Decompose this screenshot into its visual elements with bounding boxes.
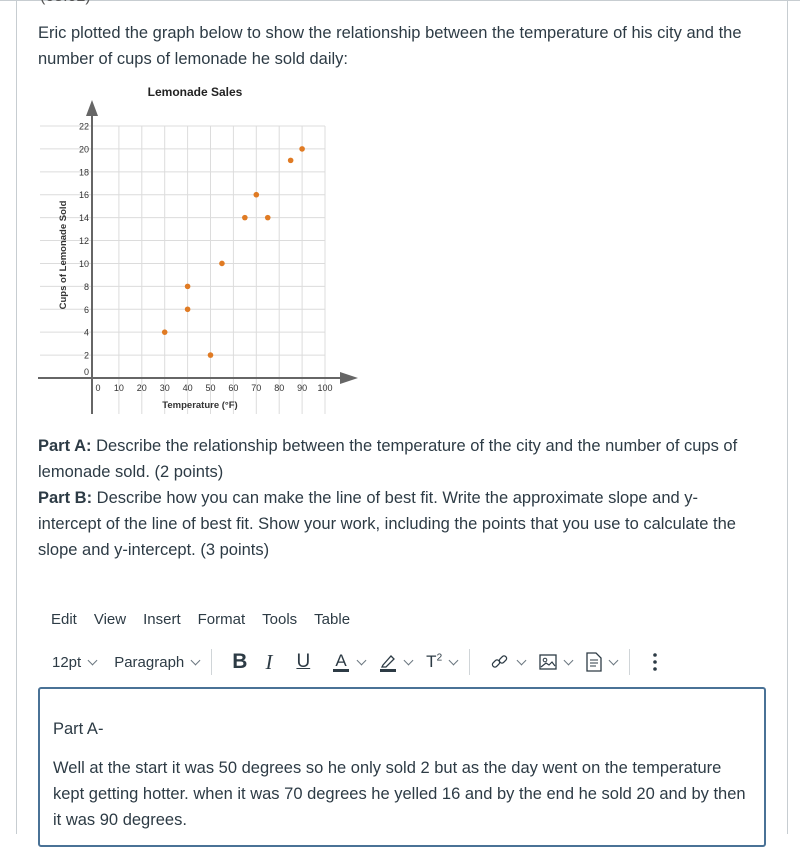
part-a: Part A: Describe the relationship betwee… xyxy=(38,433,758,485)
more-options-button[interactable] xyxy=(652,652,658,672)
x-tick-label: 0 xyxy=(95,383,100,393)
y-axis-arrow xyxy=(86,100,98,116)
data-point xyxy=(219,260,225,267)
x-tick-label: 70 xyxy=(251,383,261,393)
menu-view[interactable]: View xyxy=(94,611,126,628)
x-tick-label: 20 xyxy=(137,383,147,393)
superscript-button[interactable]: T2 xyxy=(426,652,459,672)
font-size-value: 12pt xyxy=(52,653,82,671)
chart-title: Lemonade Sales xyxy=(148,85,243,99)
highlight-button[interactable] xyxy=(379,651,414,673)
y-axis-label: Cups of Lemonade Sold xyxy=(58,200,69,309)
x-tick-label: 30 xyxy=(160,383,170,393)
more-vertical-icon xyxy=(653,653,657,671)
x-tick-label: 50 xyxy=(205,383,215,393)
data-point xyxy=(184,306,191,313)
y-tick-label: 8 xyxy=(84,282,89,292)
x-tick-label: 80 xyxy=(274,383,284,393)
part-b-text: Describe how you can make the line of be… xyxy=(38,489,736,559)
link-button[interactable] xyxy=(490,652,527,672)
chevron-down-icon xyxy=(608,655,619,665)
x-tick-label: 100 xyxy=(317,383,332,393)
menu-edit[interactable]: Edit xyxy=(51,611,77,628)
highlight-icon xyxy=(380,655,397,672)
menu-insert[interactable]: Insert xyxy=(143,611,181,628)
part-b: Part B: Describe how you can make the li… xyxy=(38,485,758,563)
data-point xyxy=(264,214,271,221)
y-tick-label: 10 xyxy=(79,259,89,269)
text-color-button[interactable]: A xyxy=(332,651,367,673)
y-tick-label: 2 xyxy=(84,351,89,361)
rich-text-editor[interactable]: Part A- Well at the start it was 50 degr… xyxy=(38,687,766,847)
italic-button[interactable]: I xyxy=(265,650,272,675)
x-tick-labels: 0 10 20 30 40 50 60 70 80 90 100 xyxy=(95,383,332,393)
chevron-down-icon xyxy=(190,655,201,665)
y-tick-label: 0 xyxy=(84,367,89,377)
data-point xyxy=(242,214,248,221)
bold-button[interactable]: B xyxy=(232,650,247,674)
y-tick-label: 4 xyxy=(84,328,89,338)
chevron-down-icon xyxy=(448,655,459,665)
part-b-label: Part B: xyxy=(38,489,93,507)
x-axis-arrow xyxy=(340,372,358,384)
data-point xyxy=(299,146,305,152)
block-format-value: Paragraph xyxy=(114,653,185,671)
superscript-icon: T2 xyxy=(426,652,443,671)
menu-format[interactable]: Format xyxy=(198,611,246,628)
image-icon xyxy=(539,654,557,670)
y-tick-label: 22 xyxy=(79,122,89,132)
x-axis-label: Temperature (°F) xyxy=(162,400,237,411)
link-icon xyxy=(491,655,508,668)
toolbar-divider xyxy=(469,649,471,675)
x-tick-label: 40 xyxy=(183,383,193,393)
editor-heading: Part A- xyxy=(53,720,104,738)
y-tick-label: 14 xyxy=(79,213,89,223)
y-tick-label: 18 xyxy=(79,167,89,177)
toolbar-divider xyxy=(629,649,631,675)
y-tick-labels: 0 2 4 6 8 10 12 14 16 18 20 22 xyxy=(79,122,89,378)
x-tick-label: 10 xyxy=(114,383,124,393)
chevron-down-icon xyxy=(563,655,574,665)
y-tick-label: 12 xyxy=(79,236,89,246)
menu-tools[interactable]: Tools xyxy=(262,611,297,628)
editor-toolbar: 12pt Paragraph B I U A T2 xyxy=(52,648,658,676)
editor-menubar: Edit View Insert Format Tools Table xyxy=(51,611,367,628)
italic-icon: I xyxy=(265,649,273,674)
chevron-down-icon xyxy=(356,655,367,665)
scatter-chart: Lemonade Sales 0 2 4 6 8 10 12 14 16 18 20 22 0 10 20… xyxy=(38,85,358,414)
editor-body: Well at the start it was 50 degrees so h… xyxy=(53,759,746,829)
underline-button[interactable]: U xyxy=(296,651,310,673)
x-tick-label: 60 xyxy=(228,383,238,393)
chevron-down-icon xyxy=(403,655,414,665)
part-a-label: Part A: xyxy=(38,437,92,455)
data-point xyxy=(207,352,214,358)
document-icon xyxy=(586,652,602,672)
image-button[interactable] xyxy=(539,654,574,670)
question-parts: Part A: Describe the relationship betwee… xyxy=(38,433,758,563)
y-tick-label: 6 xyxy=(84,305,89,315)
part-a-text: Describe the relationship between the te… xyxy=(38,437,738,481)
font-size-select[interactable]: 12pt xyxy=(52,653,98,671)
y-tick-label: 20 xyxy=(79,144,89,154)
data-point xyxy=(161,329,168,335)
document-button[interactable] xyxy=(586,652,619,672)
text-color-icon: A xyxy=(333,651,350,672)
toolbar-divider xyxy=(211,649,213,675)
bold-icon: B xyxy=(232,650,248,673)
data-point xyxy=(184,283,191,290)
x-tick-label: 90 xyxy=(297,383,307,393)
y-tick-label: 16 xyxy=(79,190,89,200)
underline-icon: U xyxy=(296,651,311,672)
menu-table[interactable]: Table xyxy=(314,611,350,628)
svg-text:A: A xyxy=(336,651,348,670)
data-point xyxy=(253,191,260,198)
chevron-down-icon xyxy=(87,655,98,665)
chevron-down-icon xyxy=(516,655,527,665)
data-point xyxy=(287,157,294,164)
block-format-select[interactable]: Paragraph xyxy=(114,653,201,671)
